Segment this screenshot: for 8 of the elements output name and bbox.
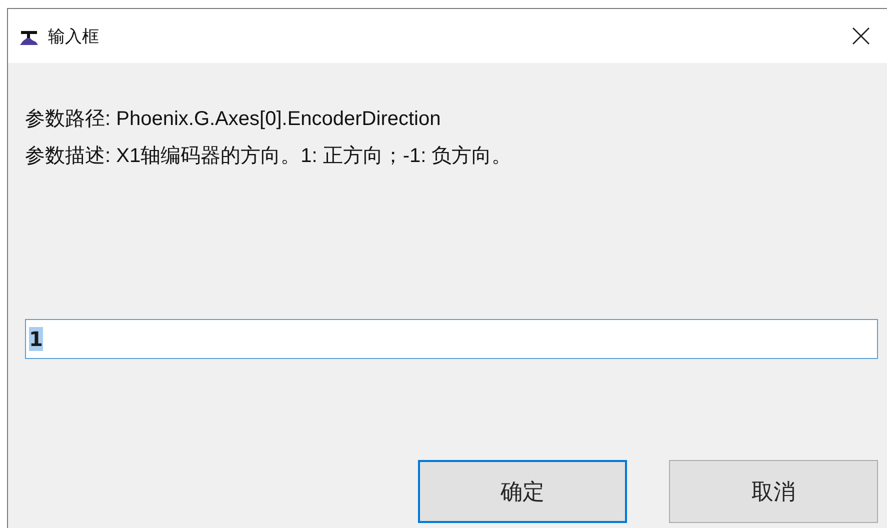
input-value: 1 (29, 327, 43, 351)
parameter-text: 参数路径: Phoenix.G.Axes[0].EncoderDirection (25, 107, 442, 132)
ok-button[interactable]: 确定 (418, 460, 627, 523)
parameter-text: 参数描述: X1轴编码器的方向。1: 正方向；-1: 负方向。 (25, 144, 513, 169)
input-field[interactable]: 1 (25, 319, 878, 359)
window-title: 输入框 (48, 26, 100, 48)
cancel-button[interactable]: 取消 (669, 460, 878, 523)
close-icon (852, 27, 870, 45)
